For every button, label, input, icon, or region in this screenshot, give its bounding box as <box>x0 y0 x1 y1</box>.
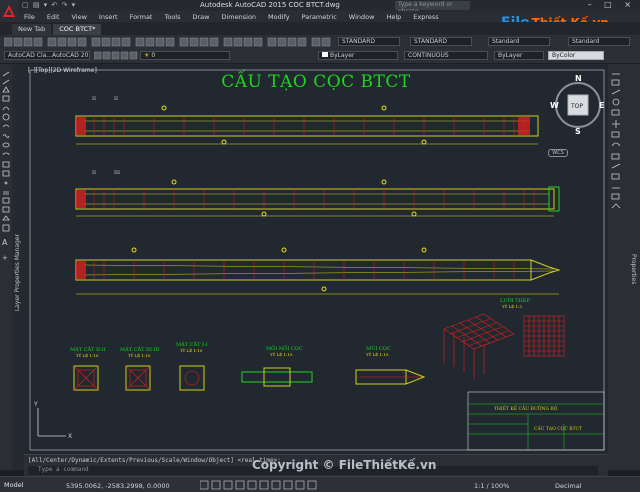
ucs-icon: Y X <box>33 401 72 440</box>
status-bar: Model 5395.0062, -2583.2998, 0.0000 1:1 … <box>0 476 640 492</box>
svg-text:A: A <box>2 238 8 247</box>
steel-mesh-plan <box>523 315 565 357</box>
file-tab-row: New Tab COC BTCT* <box>0 22 640 35</box>
compass-n: N <box>575 74 582 83</box>
section-label-6: LƯỚI THÉP <box>500 296 531 304</box>
layer-select[interactable]: ☀ 0 <box>140 51 230 60</box>
color-swatch-icon <box>322 52 328 57</box>
menu-file[interactable]: File <box>24 13 35 21</box>
section-scale-6: TỶ LỆ 1:3 <box>502 304 522 309</box>
section-scale-5: TỶ LỆ 1:10 <box>366 352 389 357</box>
menu-parametric[interactable]: Parametric <box>302 13 337 21</box>
drawing-canvas[interactable]: [–][Top][2D Wireframe] CẤU TẠO CỌC BTCT … <box>24 64 608 454</box>
draw-tool-icons[interactable]: A + <box>0 70 12 290</box>
svg-text:III: III <box>114 170 120 176</box>
compass-w: W <box>550 101 559 110</box>
linetype-select[interactable]: CONTINUOUS <box>404 51 488 60</box>
pile-elevation-3 <box>75 247 561 295</box>
properties-palette[interactable]: Properties <box>608 64 640 470</box>
menu-modify[interactable]: Modify <box>268 13 290 21</box>
command-history: [All/Center/Dynamic/Extents/Previous/Sca… <box>28 457 281 464</box>
workspace-select[interactable]: AutoCAD Cla...AutoCAD 2015 <box>4 51 90 60</box>
menu-insert[interactable]: Insert <box>99 13 118 21</box>
palette-label: Layer Properties Manager <box>14 234 21 312</box>
quick-access-toolbar-icon[interactable]: ▢ ▤ ▾ ↶ ↷ ▾ <box>22 1 76 9</box>
units-select[interactable]: Decimal <box>555 482 582 490</box>
menu-tools[interactable]: Tools <box>164 13 180 21</box>
title-block: THIẾT KẾ CẦU ĐƯỜNG BỘ CẤU TẠO CỌC BTCT <box>467 391 605 451</box>
section-details <box>73 365 426 391</box>
tab-new[interactable]: New Tab <box>12 24 52 35</box>
svg-text:II: II <box>114 96 118 102</box>
pile-elevation-1: II II <box>75 96 539 145</box>
menu-help[interactable]: Help <box>386 13 401 21</box>
titleblock-sheet: CẤU TẠO CỌC BTCT <box>534 424 582 432</box>
plotstyle-select[interactable]: ByColor <box>548 51 604 60</box>
viewcube[interactable]: TOP N S E W <box>550 74 606 136</box>
svg-text:+: + <box>2 254 8 262</box>
text-style-select[interactable]: STANDARD <box>338 37 400 46</box>
tab-coc-btct[interactable]: COC BTCT* <box>53 24 102 35</box>
lineweight-select[interactable]: ByLayer <box>494 51 544 60</box>
copyright-watermark: Copyright © FileThiếtKế.vn <box>252 458 437 472</box>
window-title: Autodesk AutoCAD 2015 COC BTCT.dwg <box>200 1 340 9</box>
menu-format[interactable]: Format <box>130 13 153 21</box>
steel-mesh-iso <box>443 313 515 379</box>
modify-tool-icons[interactable] <box>610 70 622 220</box>
pile-elevation-2: II III <box>75 170 560 217</box>
color-select[interactable]: ByLayer <box>318 51 398 60</box>
section-label-2: MẶT CẮT III-III <box>120 345 160 353</box>
layer-bulb-icon: ☀ <box>144 52 150 59</box>
toolbar-icons[interactable] <box>4 36 334 48</box>
layer-properties-palette[interactable]: Layer Properties Manager <box>12 64 24 470</box>
compass-s: S <box>575 127 581 136</box>
svg-text:X: X <box>68 433 72 440</box>
cad-drawing: II II II III MẶT CẮT II-IITỶ LỆ 1:10 MẶT… <box>29 69 605 451</box>
svg-text:II: II <box>92 96 96 102</box>
section-scale-3: TỶ LỆ 1:10 <box>180 348 203 353</box>
menu-express[interactable]: Express <box>413 13 438 21</box>
viewcube-top: TOP <box>570 103 583 110</box>
section-scale-1: TỶ LỆ 1:10 <box>76 353 99 358</box>
section-label-5: MŨI CỌC <box>366 344 391 352</box>
section-scale-2: TỶ LỆ 1:10 <box>128 353 151 358</box>
layer-name: 0 <box>151 52 156 59</box>
color-value: ByLayer <box>330 52 355 59</box>
menu-view[interactable]: View <box>71 13 86 21</box>
section-scale-4: TỶ LỆ 1:10 <box>270 352 293 357</box>
dim-style-select[interactable]: STANDARD <box>410 37 472 46</box>
section-label-3: MẶT CẮT I-I <box>176 340 208 348</box>
svg-text:II: II <box>92 170 96 176</box>
menu-edit[interactable]: Edit <box>47 13 60 21</box>
cursor-coordinates: 5395.0062, -2583.2998, 0.0000 <box>66 482 170 490</box>
drafting-toggles-icon[interactable] <box>200 480 400 490</box>
properties-label: Properties <box>630 254 637 285</box>
svg-text:Y: Y <box>33 401 38 408</box>
window-controls[interactable]: – □ × <box>588 0 636 9</box>
annotation-scale[interactable]: 1:1 / 100% <box>474 482 509 490</box>
menu-window[interactable]: Window <box>349 13 375 21</box>
draw-tools-strip: A + <box>0 64 12 470</box>
section-labels: MẶT CẮT II-IITỶ LỆ 1:10 MẶT CẮT III-IIIT… <box>70 296 531 358</box>
table-style-select[interactable]: Standard <box>488 37 550 46</box>
model-tab[interactable]: Model <box>4 481 24 489</box>
section-label-4: MỐI NỐI CỌC <box>266 344 303 352</box>
properties-toolbar: STANDARD STANDARD Standard Standard Auto… <box>0 35 640 63</box>
menu-draw[interactable]: Draw <box>193 13 210 21</box>
search-input[interactable]: Type a keyword or phrase <box>395 1 470 15</box>
menu-dimension[interactable]: Dimension <box>221 13 256 21</box>
compass-e: E <box>599 101 604 110</box>
titleblock-project: THIẾT KẾ CẦU ĐƯỜNG BỘ <box>494 403 558 412</box>
mleader-style-select[interactable]: Standard <box>568 37 630 46</box>
autocad-logo-icon[interactable] <box>0 0 18 22</box>
wcs-menu[interactable]: WCS <box>548 149 568 157</box>
section-label-1: MẶT CẮT II-II <box>70 345 106 353</box>
